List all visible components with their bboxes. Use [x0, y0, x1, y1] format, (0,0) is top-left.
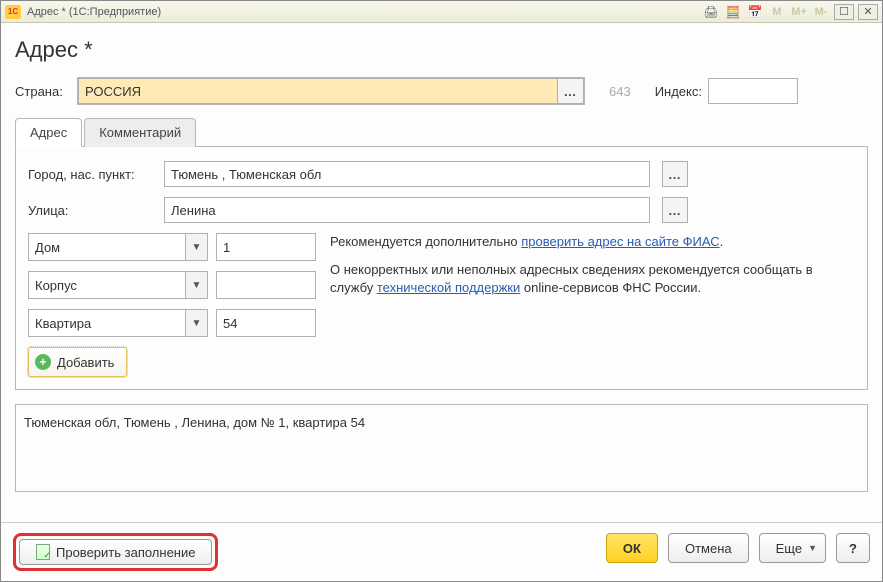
hint-block: Рекомендуется дополнительно проверить ад… [330, 233, 855, 377]
titlebar: 1C Адрес * (1С:Предприятие) 🖨 🧮 📅 M M+ M… [1, 1, 882, 23]
country-input[interactable]: РОССИЯ [78, 78, 558, 104]
more-button[interactable]: Еще ▼ [759, 533, 826, 563]
content-area: Адрес * Страна: РОССИЯ … 643 Индекс: Адр… [1, 23, 882, 522]
footer: Проверить заполнение ОК Отмена Еще ▼ ? [1, 522, 882, 581]
part-type-combo-2[interactable]: Квартира ▼ [28, 309, 208, 337]
parts-left-column: Дом ▼ 1 Корпус ▼ Квар [28, 233, 316, 377]
tab-comment[interactable]: Комментарий [84, 118, 196, 147]
country-row: Страна: РОССИЯ … 643 Индекс: [15, 77, 868, 105]
add-part-label: Добавить [57, 355, 114, 370]
summary-box: Тюменская обл, Тюмень , Ленина, дом № 1,… [15, 404, 868, 492]
calculator-icon[interactable]: 🧮 [724, 4, 742, 20]
memory-m-icon: M [768, 4, 786, 20]
plus-icon: + [35, 354, 51, 370]
tab-body-address: Город, нас. пункт: Тюмень , Тюменская об… [15, 147, 868, 390]
index-input[interactable] [708, 78, 798, 104]
more-label: Еще [776, 541, 802, 556]
hint1-post: . [720, 234, 724, 249]
street-row: Улица: Ленина … [28, 197, 855, 223]
link-fias[interactable]: проверить адрес на сайте ФИАС [521, 234, 719, 249]
app-logo-icon: 1C [5, 5, 21, 19]
chevron-down-icon[interactable]: ▼ [185, 310, 207, 336]
part-value-input-0[interactable]: 1 [216, 233, 316, 261]
part-row-2: Квартира ▼ 54 [28, 309, 316, 337]
ok-button[interactable]: ОК [606, 533, 658, 563]
country-select-button[interactable]: … [558, 78, 584, 104]
part-row-1: Корпус ▼ [28, 271, 316, 299]
part-value-input-1[interactable] [216, 271, 316, 299]
link-support[interactable]: технической поддержки [377, 280, 520, 295]
page-title: Адрес * [15, 37, 868, 63]
add-part-button[interactable]: + Добавить [28, 347, 127, 377]
part-type-combo-0[interactable]: Дом ▼ [28, 233, 208, 261]
help-button[interactable]: ? [836, 533, 870, 563]
window-title: Адрес * (1С:Предприятие) [27, 6, 161, 18]
print-icon[interactable]: 🖨 [702, 4, 720, 20]
part-type-text-2: Квартира [29, 310, 185, 336]
city-label: Город, нас. пункт: [28, 167, 158, 182]
check-fill-button[interactable]: Проверить заполнение [19, 539, 212, 565]
city-input[interactable]: Тюмень , Тюменская обл [164, 161, 650, 187]
street-input[interactable]: Ленина [164, 197, 650, 223]
check-fill-highlight: Проверить заполнение [13, 533, 218, 571]
index-label: Индекс: [655, 84, 702, 99]
part-type-text-0: Дом [29, 234, 185, 260]
help-label: ? [849, 541, 857, 556]
cancel-label: Отмена [685, 541, 732, 556]
chevron-down-icon[interactable]: ▼ [185, 272, 207, 298]
part-type-combo-1[interactable]: Корпус ▼ [28, 271, 208, 299]
maximize-button[interactable]: ☐ [834, 4, 854, 20]
part-value-input-2[interactable]: 54 [216, 309, 316, 337]
window: 1C Адрес * (1С:Предприятие) 🖨 🧮 📅 M M+ M… [0, 0, 883, 582]
street-select-button[interactable]: … [662, 197, 688, 223]
part-type-text-1: Корпус [29, 272, 185, 298]
city-row: Город, нас. пункт: Тюмень , Тюменская об… [28, 161, 855, 187]
memory-mminus-icon: M- [812, 4, 830, 20]
country-code: 643 [609, 84, 631, 99]
parts-grid: Дом ▼ 1 Корпус ▼ Квар [28, 233, 855, 377]
country-field-wrap: РОССИЯ … [77, 77, 585, 105]
document-check-icon [36, 544, 50, 560]
tab-address[interactable]: Адрес [15, 118, 82, 147]
cancel-button[interactable]: Отмена [668, 533, 749, 563]
check-fill-label: Проверить заполнение [56, 545, 195, 560]
chevron-down-icon[interactable]: ▼ [185, 234, 207, 260]
ok-label: ОК [623, 541, 641, 556]
street-label: Улица: [28, 203, 158, 218]
tabs: Адрес Комментарий [15, 117, 868, 147]
part-row-0: Дом ▼ 1 [28, 233, 316, 261]
close-button[interactable]: ✕ [858, 4, 878, 20]
memory-mplus-icon: M+ [790, 4, 808, 20]
chevron-down-icon: ▼ [808, 543, 817, 553]
country-label: Страна: [15, 84, 71, 99]
hint2-post: online-сервисов ФНС России. [520, 280, 701, 295]
hint1-pre: Рекомендуется дополнительно [330, 234, 521, 249]
city-select-button[interactable]: … [662, 161, 688, 187]
calendar-icon[interactable]: 📅 [746, 4, 764, 20]
